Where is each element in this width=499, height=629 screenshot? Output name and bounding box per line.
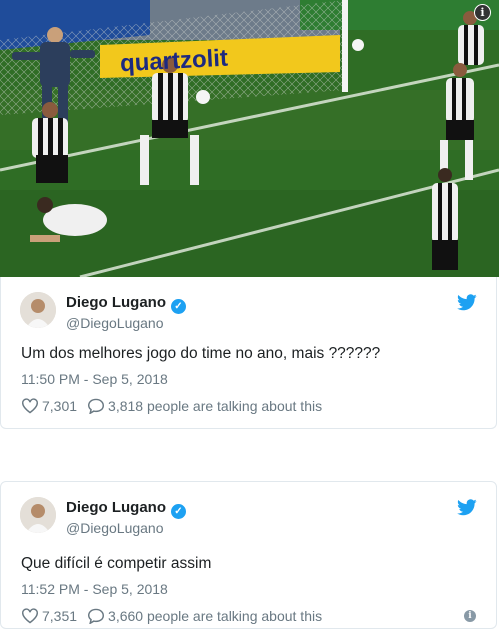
avatar-image (20, 497, 56, 533)
speech-bubble-icon[interactable] (87, 398, 105, 414)
avatar[interactable] (20, 292, 56, 328)
info-icon[interactable]: i (464, 610, 476, 622)
avatar-image (20, 292, 56, 328)
speech-bubble-icon[interactable] (87, 608, 105, 624)
avatar[interactable] (20, 497, 56, 533)
like-count[interactable]: 7,301 (42, 398, 77, 414)
tweet-text: Um dos melhores jogo do time no ano, mai… (21, 345, 381, 362)
talking-count[interactable]: 3,818 people are talking about this (108, 398, 322, 414)
author-name-label: Diego Lugano (66, 294, 166, 311)
twitter-bird-icon[interactable] (457, 294, 477, 311)
ad-board-text: quartzolit (119, 45, 228, 78)
tweet-text: Que difícil é competir assim (21, 555, 212, 572)
author-name-label: Diego Lugano (66, 499, 166, 516)
talking-count[interactable]: 3,660 people are talking about this (108, 608, 322, 624)
info-icon[interactable]: i (474, 4, 491, 21)
tweet-actions: 7,351 3,660 people are talking about thi… (21, 608, 322, 624)
tweet-card: Diego Lugano ✓ @DiegoLugano Um dos melhor… (0, 277, 497, 429)
heart-icon[interactable] (21, 398, 39, 414)
twitter-bird-icon[interactable] (457, 499, 477, 516)
author-handle[interactable]: @DiegoLugano (66, 315, 164, 331)
soccer-scene: quartzolit (0, 0, 499, 277)
match-photo: quartzolit i (0, 0, 499, 277)
heart-icon[interactable] (21, 608, 39, 624)
verified-badge-icon: ✓ (171, 299, 186, 314)
author-handle[interactable]: @DiegoLugano (66, 520, 164, 536)
tweet-timestamp[interactable]: 11:52 PM - Sep 5, 2018 (21, 581, 168, 597)
tweet-timestamp[interactable]: 11:50 PM - Sep 5, 2018 (21, 371, 168, 387)
author-name[interactable]: Diego Lugano ✓ (66, 499, 186, 519)
verified-badge-icon: ✓ (171, 504, 186, 519)
like-count[interactable]: 7,351 (42, 608, 77, 624)
tweet-actions: 7,301 3,818 people are talking about thi… (21, 398, 322, 414)
author-name[interactable]: Diego Lugano ✓ (66, 294, 186, 314)
tweet-card: Diego Lugano ✓ @DiegoLugano Que difícil é… (0, 481, 497, 629)
